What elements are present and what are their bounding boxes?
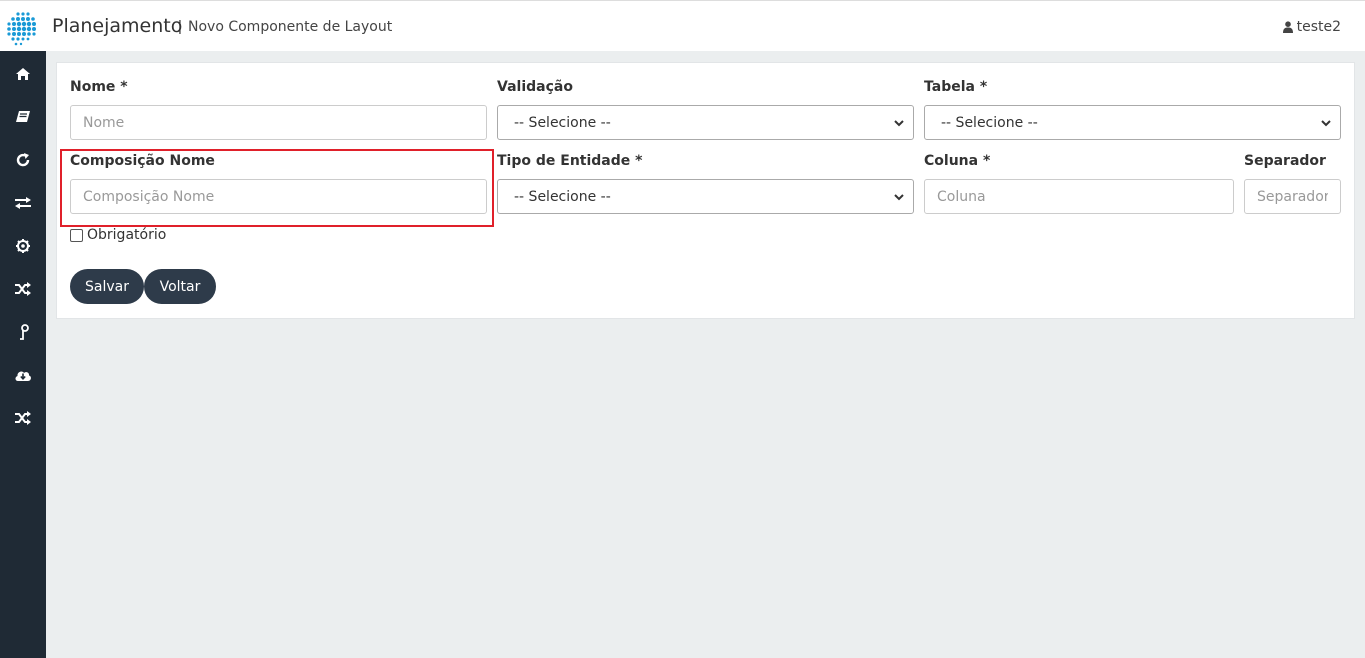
exchange-icon[interactable] [13, 193, 33, 213]
page-subtitle: Novo Componente de Layout [188, 19, 393, 35]
user-menu[interactable]: teste2 [1282, 19, 1341, 35]
tabela-selected: -- Selecione -- [941, 114, 1038, 131]
tipo-entidade-selected: -- Selecione -- [514, 188, 611, 205]
home-icon[interactable] [13, 64, 33, 84]
tipo-entidade-select[interactable]: -- Selecione -- [497, 179, 914, 214]
shuffle-icon[interactable] [13, 408, 33, 428]
tabela-label: Tabela * [924, 79, 988, 95]
validacao-selected: -- Selecione -- [514, 114, 611, 131]
settings-icon[interactable] [13, 236, 33, 256]
save-button[interactable]: Salvar [70, 269, 144, 304]
title-separator: | [178, 18, 182, 35]
coluna-input[interactable] [924, 179, 1234, 214]
cloud-download-icon[interactable] [13, 365, 33, 385]
user-icon [1282, 21, 1293, 33]
refresh-icon[interactable] [13, 150, 33, 170]
nome-input[interactable] [70, 105, 487, 140]
logo-icon [7, 12, 36, 46]
sidebar [0, 51, 46, 658]
chevron-down-icon [894, 194, 904, 201]
obrigatorio-checkbox-row[interactable]: Obrigatório [70, 227, 166, 243]
back-button[interactable]: Voltar [144, 269, 216, 304]
obrigatorio-checkbox[interactable] [70, 228, 83, 242]
highlight-box [60, 149, 494, 227]
chevron-down-icon [894, 120, 904, 127]
tabela-select[interactable]: -- Selecione -- [924, 105, 1341, 140]
validacao-label: Validação [497, 79, 573, 95]
chevron-down-icon [1321, 120, 1331, 127]
nome-label: Nome * [70, 79, 128, 95]
separador-input[interactable] [1244, 179, 1341, 214]
validacao-select[interactable]: -- Selecione -- [497, 105, 914, 140]
app-title: Planejamento [52, 15, 183, 37]
tipo-entidade-label: Tipo de Entidade * [497, 153, 643, 169]
top-bar: Planejamento | Novo Componente de Layout… [0, 0, 1365, 51]
obrigatorio-label: Obrigatório [87, 227, 167, 243]
coluna-label: Coluna * [924, 153, 991, 169]
key-icon[interactable] [13, 322, 33, 342]
user-name: teste2 [1296, 19, 1341, 35]
book-icon[interactable] [13, 107, 33, 127]
shuffle-icon[interactable] [13, 279, 33, 299]
separador-label: Separador [1244, 153, 1326, 169]
